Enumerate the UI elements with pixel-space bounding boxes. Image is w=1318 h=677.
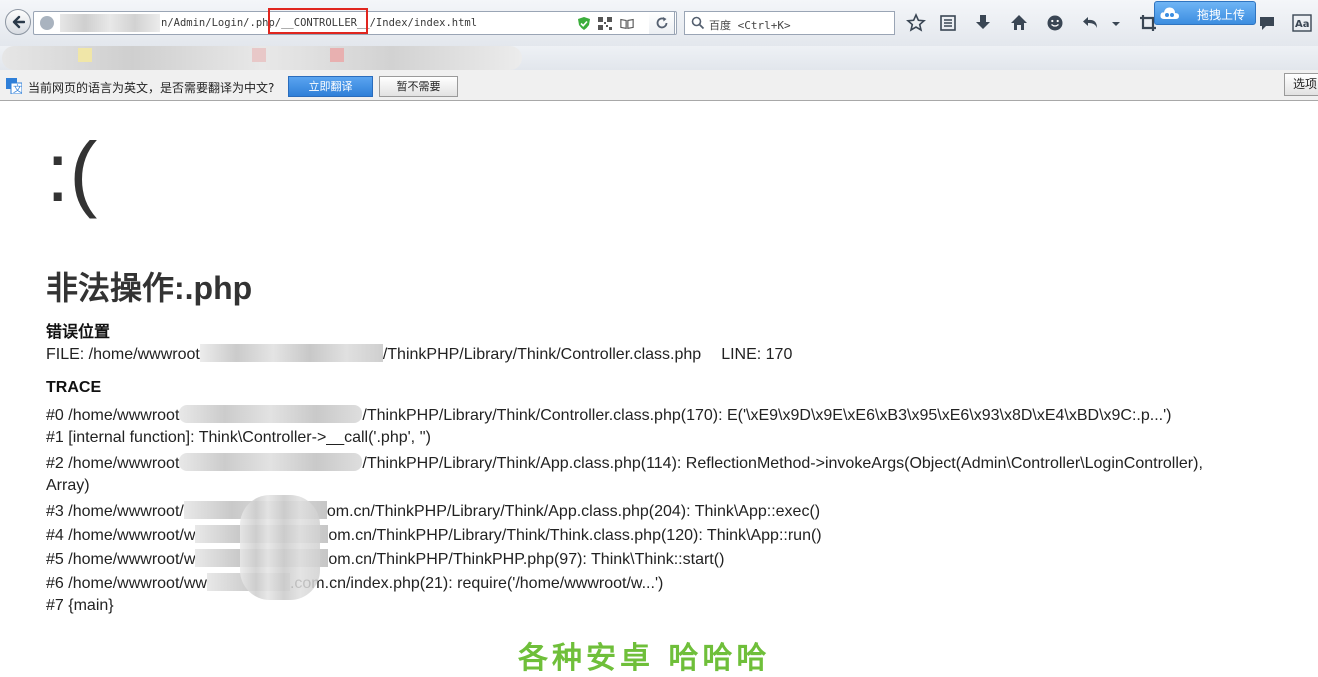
trace-suffix: /ThinkPHP/Library/Think/Controller.class… [362,407,1172,424]
redacted-path [179,405,363,423]
site-identity-icon [40,16,54,30]
shield-check-icon[interactable] [577,17,591,30]
trace-prefix: #7 {main} [46,597,114,614]
error-file-line: FILE: /home/wwwroot/ThinkPHP/Library/Thi… [46,344,792,364]
drag-upload-label: 拖拽上传 [1197,8,1246,22]
translate-bar: 文 当前网页的语言为英文，是否需要翻译为中文? 立即翻译 暂不需要 选项 [0,70,1318,101]
bookmark-star-icon[interactable] [906,13,926,33]
sad-face: :( [46,125,98,219]
trace-prefix: #5 /home/wwwroot/w [46,551,196,568]
trace-prefix: #1 [internal function]: Think\Controller… [46,429,432,446]
bookmarks-list-icon[interactable] [938,13,958,33]
trace-line-continued: Array) [46,477,90,495]
trace-prefix: #2 /home/wwwroot [46,455,180,472]
trace-suffix: /ThinkPHP/Library/Think/App.class.php(11… [362,455,1203,472]
download-icon[interactable] [973,13,993,33]
translate-now-button[interactable]: 立即翻译 [288,76,373,97]
file-path-prefix: FILE: /home/wwwroot [46,346,200,363]
chat-bubble-icon[interactable] [1257,13,1277,33]
error-location-heading: 错误位置 [46,324,111,341]
trace-prefix: #0 /home/wwwroot [46,407,180,424]
redacted-path [199,344,383,362]
translate-icon: 文 [6,78,22,94]
trace-line: #0 /home/wwwroot/ThinkPHP/Library/Think/… [46,405,1172,425]
translate-options-button[interactable]: 选项 [1284,73,1318,96]
trace-line: #5 /home/wwwroot/w om.cn/ThinkPHP/ThinkPH… [46,549,724,569]
bookmark-favicon [330,48,344,62]
trace-prefix: #4 /home/wwwroot/w [46,527,196,544]
bookmark-favicon [252,48,266,62]
home-icon[interactable] [1009,13,1029,33]
file-path-suffix: /ThinkPHP/Library/Think/Controller.class… [382,346,702,363]
undo-history-icon[interactable] [1081,13,1101,33]
reader-mode-icon[interactable] [620,17,634,30]
drag-upload-button[interactable]: 拖拽上传 [1154,1,1256,25]
trace-prefix: Array) [46,477,90,494]
trace-line: #6 /home/wwwroot/ww .com.cn/index.php(21)… [46,573,663,593]
svg-text:文: 文 [13,83,22,94]
search-placeholder: 百度 <Ctrl+K> [709,19,791,32]
trace-suffix: om.cn/ThinkPHP/ThinkPHP.php(97): Think\T… [328,551,725,568]
trace-heading: TRACE [46,379,102,396]
redacted-path [179,453,363,471]
smiley-feedback-icon[interactable] [1045,13,1065,33]
font-size-icon[interactable]: Aa [1292,13,1312,33]
trace-line: #4 /home/wwwroot/w om.cn/ThinkPHP/Library… [46,525,822,545]
browser-toolbar: n/Admin/Login/.php/__CONTROLLER__/Index/… [0,0,1318,46]
bookmarks-bar [0,46,1318,70]
url-highlight-box [268,8,368,34]
trace-suffix: .com.cn/index.php(21): require('/home/ww… [289,575,664,592]
refresh-button[interactable] [649,11,675,35]
search-bar[interactable]: 百度 <Ctrl+K> [684,11,895,35]
cloud-upload-icon [1160,7,1179,19]
redacted-domain [60,14,160,32]
bookmark-favicon [78,48,92,62]
translate-message: 当前网页的语言为英文，是否需要翻译为中文? [28,81,275,95]
decline-translate-button[interactable]: 暂不需要 [379,76,458,97]
trace-prefix: #6 /home/wwwroot/ww [46,575,207,592]
trace-line: #7 {main} [46,597,114,615]
back-button[interactable] [5,9,31,35]
chevron-down-icon[interactable] [1110,13,1122,33]
footer-watermark-text: 各种安卓 哈哈哈 [518,641,771,676]
error-line-number: LINE: 170 [721,346,793,363]
trace-suffix: om.cn/ThinkPHP/Library/Think/App.class.p… [326,503,821,520]
trace-line: #2 /home/wwwroot/ThinkPHP/Library/Think/… [46,453,1203,473]
trace-line: #1 [internal function]: Think\Controller… [46,429,431,447]
trace-line: #3 /home/wwwroot/om.cn/ThinkPHP/Library/… [46,501,820,521]
trace-suffix: om.cn/ThinkPHP/Library/Think/Think.class… [328,527,822,544]
svg-text:Aa: Aa [1295,19,1310,30]
address-bar[interactable]: n/Admin/Login/.php/__CONTROLLER__/Index/… [33,8,677,35]
back-arrow-icon [12,15,25,29]
redaction-overlay [240,495,320,600]
search-icon [691,16,705,30]
error-title: 非法操作:.php [46,270,253,306]
qr-code-icon[interactable] [598,17,612,30]
refresh-icon [656,17,668,29]
trace-prefix: #3 /home/wwwroot/ [46,503,184,520]
